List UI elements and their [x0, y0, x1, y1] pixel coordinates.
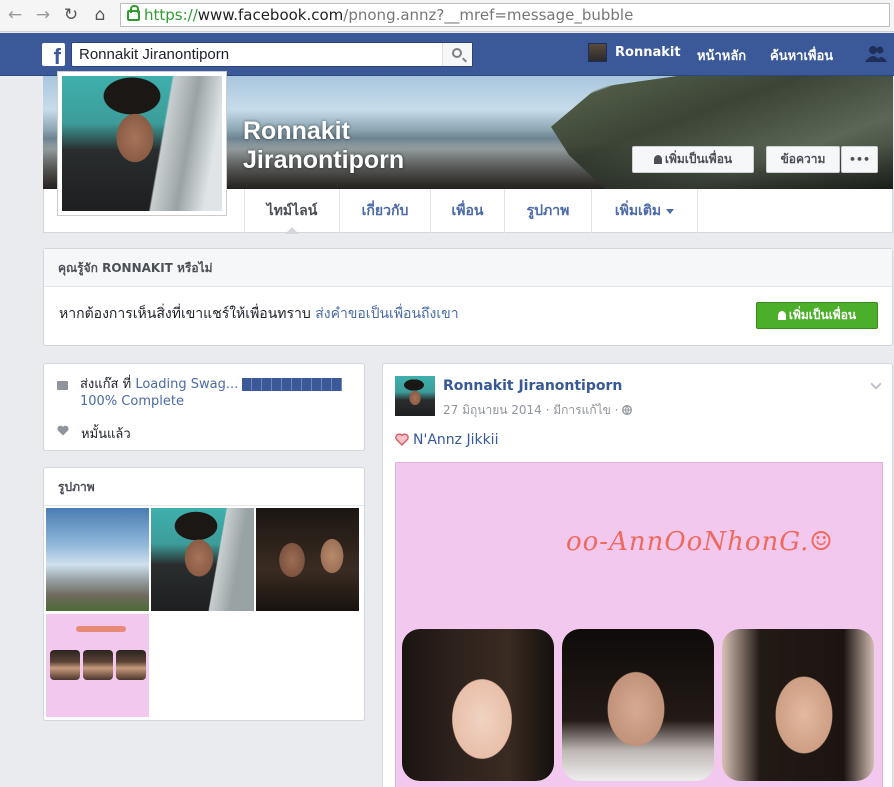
- relationship-status: หมั้นแล้ว: [81, 427, 131, 442]
- reload-icon[interactable]: ↻: [60, 4, 82, 26]
- profile-picture-image: [62, 76, 222, 211]
- do-you-know-text: หากต้องการเห็นสิ่งที่เขาแชร์ให้เพื่อนทรา…: [59, 303, 459, 325]
- photos-card: รูปภาพ: [43, 467, 365, 721]
- post-image-face: [722, 629, 874, 781]
- nav-find-friends-link[interactable]: ค้นหาเพื่อน: [770, 45, 833, 66]
- message-label: ข้อความ: [780, 152, 826, 166]
- photo-thumbnail[interactable]: [151, 508, 254, 611]
- search-value: Ronnakit Jiranontiporn: [79, 46, 230, 63]
- add-friend-icon: [653, 155, 662, 164]
- post-image-logo: oo-AnnOoNhonG.☺: [566, 527, 834, 557]
- work-info: ส่งแก๊ส ที่ Loading Swag... 100% Complet…: [80, 376, 360, 410]
- search-icon: [452, 48, 462, 58]
- tab-more-label: เพิ่มเติม: [614, 203, 662, 219]
- profile-picture[interactable]: [57, 71, 227, 216]
- lock-icon: [127, 5, 140, 21]
- post-image[interactable]: oo-AnnOoNhonG.☺: [395, 462, 883, 787]
- post-image-face: [402, 629, 554, 781]
- do-you-know-title: คุณรู้จัก RONNAKIT หรือไม่: [44, 249, 892, 287]
- work-link-line2[interactable]: 100% Complete: [80, 394, 184, 409]
- tab-timeline-label: ไทม์ไลน์: [266, 203, 318, 219]
- post-feeling: N'Annz Jikkii: [395, 432, 498, 448]
- photos-title[interactable]: รูปภาพ: [44, 468, 364, 506]
- work-prefix: ส่งแก๊ส ที่: [80, 377, 136, 392]
- thumb-face: [116, 650, 146, 680]
- profile-name-line2: Jiranontiporn: [243, 146, 405, 174]
- work-link[interactable]: Loading Swag...: [135, 377, 238, 392]
- add-friend-green-button[interactable]: เพิ่มเป็นเพื่อน: [756, 302, 878, 329]
- loading-bar: [242, 378, 343, 391]
- home-icon[interactable]: ⌂: [89, 4, 111, 26]
- tab-more[interactable]: เพิ่มเติม: [592, 189, 698, 233]
- post-author-avatar[interactable]: [395, 376, 435, 416]
- tab-photos-label: รูปภาพ: [526, 203, 570, 219]
- briefcase-icon: [57, 381, 68, 390]
- heart-icon: [57, 425, 69, 436]
- profile-name-line1: Ronnakit: [243, 117, 350, 145]
- photo-thumbnail[interactable]: [46, 508, 149, 611]
- globe-icon[interactable]: [622, 405, 633, 415]
- browser-toolbar: ← → ↻ ⌂ https://www.facebook.com/pnong.a…: [0, 0, 894, 32]
- post-image-face: [562, 629, 714, 781]
- add-friend-label: เพิ่มเป็นเพื่อน: [664, 152, 733, 166]
- post-date[interactable]: 27 มิถุนายน 2014 · มีการแก้ไข ·: [443, 403, 622, 417]
- user-avatar[interactable]: [588, 43, 607, 62]
- thumb-face: [50, 650, 80, 680]
- photo-thumbnail[interactable]: [46, 614, 149, 717]
- thumb-face: [83, 650, 113, 680]
- search-button[interactable]: [442, 43, 472, 66]
- nav-home-link[interactable]: หน้าหลัก: [697, 45, 746, 66]
- add-friend-green-label: เพิ่มเป็นเพื่อน: [788, 308, 857, 322]
- search-input[interactable]: Ronnakit Jiranontiporn: [71, 42, 473, 67]
- friend-requests-icon[interactable]: [864, 45, 888, 63]
- do-you-know-message: หากต้องการเห็นสิ่งที่เขาแชร์ให้เพื่อนทรา…: [59, 306, 316, 322]
- post-meta: 27 มิถุนายน 2014 · มีการแก้ไข ·: [443, 401, 633, 420]
- nav-profile-link[interactable]: Ronnakit: [615, 45, 681, 60]
- add-friend-button[interactable]: เพิ่มเป็นเพื่อน: [632, 146, 754, 173]
- facebook-logo-icon[interactable]: f: [42, 43, 65, 66]
- chevron-down-icon: [666, 209, 675, 218]
- tab-photos[interactable]: รูปภาพ: [505, 189, 592, 233]
- facebook-header: f Ronnakit Jiranontiporn Ronnakit หน้าหล…: [0, 33, 894, 76]
- tab-friends-label: เพื่อน: [451, 203, 484, 219]
- post-author-name[interactable]: Ronnakit Jiranontiporn: [443, 378, 622, 394]
- intro-card: ส่งแก๊ส ที่ Loading Swag... 100% Complet…: [43, 363, 365, 451]
- address-bar[interactable]: https://www.facebook.com/pnong.annz?__mr…: [120, 3, 890, 27]
- send-friend-request-link[interactable]: ส่งคำขอเป็นเพื่อนถึงเขา: [315, 306, 458, 322]
- thumb-logo-mark: [76, 626, 126, 632]
- timeline-post: Ronnakit Jiranontiporn 27 มิถุนายน 2014 …: [382, 363, 893, 787]
- profile-name[interactable]: Ronnakit Jiranontiporn: [243, 117, 404, 175]
- tab-timeline[interactable]: ไทม์ไลน์: [244, 189, 340, 234]
- message-button[interactable]: ข้อความ: [766, 146, 840, 173]
- heart-icon: [395, 433, 409, 446]
- url-protocol: https://: [144, 6, 198, 24]
- do-you-know-card: คุณรู้จัก RONNAKIT หรือไม่ หากต้องการเห็…: [43, 248, 893, 346]
- forward-icon[interactable]: →: [32, 4, 54, 26]
- add-friend-icon: [777, 311, 786, 320]
- tab-about-label: เกี่ยวกับ: [361, 203, 409, 219]
- tab-friends[interactable]: เพื่อน: [431, 189, 505, 233]
- url-host: www.facebook.com: [197, 6, 344, 24]
- tab-about[interactable]: เกี่ยวกับ: [340, 189, 431, 233]
- photo-thumbnail[interactable]: [256, 508, 359, 611]
- chevron-down-icon[interactable]: [870, 378, 882, 390]
- url-path: /pnong.annz?__mref=message_bubble: [343, 6, 634, 24]
- more-options-icon: •••: [848, 153, 871, 166]
- more-options-button[interactable]: •••: [841, 146, 878, 173]
- back-icon[interactable]: ←: [4, 4, 26, 26]
- tagged-person-link[interactable]: N'Annz Jikkii: [413, 432, 498, 448]
